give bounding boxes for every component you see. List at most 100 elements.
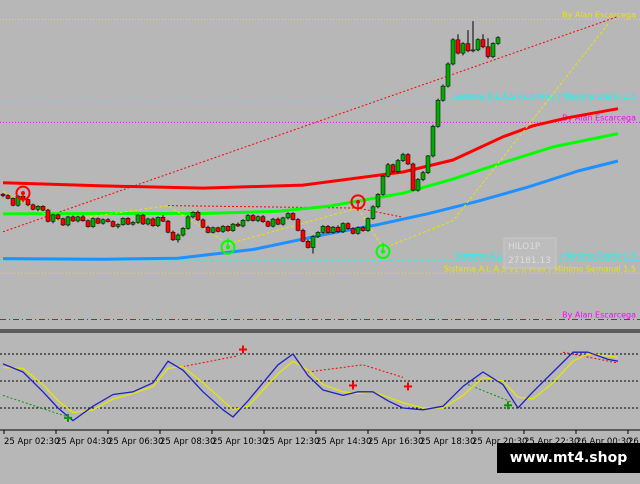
candle [400, 152, 406, 162]
candle-body [150, 218, 156, 227]
candle [160, 215, 166, 223]
candle-body [110, 221, 116, 227]
candle [50, 213, 56, 224]
candle-body [285, 213, 291, 219]
candle-body [35, 206, 41, 210]
candle-body [5, 195, 11, 199]
candle [90, 217, 96, 228]
candle [395, 158, 401, 174]
candle-body [445, 63, 451, 87]
candle-body [275, 218, 281, 225]
candle-body [220, 226, 226, 232]
candle [45, 208, 51, 223]
candle-body [475, 39, 481, 51]
candle-body [65, 216, 71, 226]
candle [155, 216, 161, 227]
candle-body [430, 126, 436, 157]
candle [55, 213, 61, 221]
candle-body [315, 232, 321, 237]
candle [435, 98, 441, 128]
candle-body [400, 154, 406, 161]
candle-body [135, 214, 141, 223]
time-tick-label: 25 Apr 04:30 [56, 437, 111, 447]
candle-body [225, 226, 231, 231]
candle-body [380, 176, 386, 195]
candle-body [200, 219, 206, 228]
candle [180, 227, 186, 237]
candle [70, 215, 76, 222]
candle-body [465, 43, 471, 52]
candle-body [305, 241, 311, 248]
candle [310, 235, 316, 254]
candle-body [435, 99, 441, 127]
candle-body [350, 228, 356, 234]
candle-body [80, 216, 86, 221]
candle [450, 38, 456, 66]
candle [75, 215, 81, 223]
candle-body [335, 226, 341, 233]
candle [465, 30, 471, 53]
candle [255, 215, 261, 223]
candle [125, 217, 131, 226]
candle [190, 211, 196, 219]
candle-body [140, 214, 146, 225]
candle [165, 219, 171, 234]
candle-body [290, 213, 296, 220]
time-tick-label: 25 Apr 08:30 [160, 437, 215, 447]
candle [420, 171, 426, 182]
candle [135, 213, 141, 224]
candle-body [230, 223, 236, 231]
candle [80, 215, 86, 222]
divergence-line [307, 364, 404, 378]
candle-body [390, 164, 396, 172]
candle-body [165, 220, 171, 233]
candle-body [240, 220, 246, 227]
buy-signal-marker [375, 242, 391, 260]
watermark-text: www.mt4.shop [509, 450, 628, 466]
divergence-line [2, 394, 69, 418]
candle [380, 175, 386, 196]
candle [250, 214, 256, 222]
red-dashed-trendline [2, 16, 619, 233]
candle-body [365, 218, 371, 231]
candle [430, 124, 436, 158]
chart-window: Sistema A.L.A.S v1.0 Prev / Maximo Diari… [0, 0, 640, 480]
time-tick-label: 25 Apr 14:30 [316, 437, 371, 447]
candle [480, 34, 486, 49]
candle-body [255, 216, 261, 221]
candle-body [105, 219, 111, 222]
candle-body [115, 224, 121, 227]
oscillator-sell-marker [239, 345, 247, 354]
candle [145, 217, 151, 226]
candle [230, 222, 236, 232]
price-pane: Sistema A.L.A.S v1.0 Prev / Maximo Diari… [0, 11, 640, 321]
candle-body [130, 222, 136, 225]
candle-body [280, 217, 286, 225]
candle-body [235, 223, 241, 227]
candle-body [385, 164, 391, 177]
candle-body [10, 198, 16, 206]
candle-body [55, 214, 61, 219]
candle [470, 21, 476, 53]
candle-body [120, 218, 126, 225]
candle-body [50, 214, 56, 222]
candle-body [325, 226, 331, 233]
candle [265, 220, 271, 228]
candle-body [485, 46, 491, 57]
candle-body [405, 154, 411, 165]
candle [85, 219, 91, 228]
time-tick-label: 25 Apr 02:30 [4, 437, 59, 447]
candle [350, 227, 356, 235]
candle-body [320, 226, 326, 233]
candle-body [295, 219, 301, 231]
candle-body [25, 199, 31, 206]
candle [35, 205, 41, 212]
candle-body [395, 160, 401, 172]
candle [220, 225, 226, 233]
candle-body [415, 179, 421, 191]
candle-body [70, 216, 76, 222]
candle-body [460, 43, 466, 54]
yellow-level-upper-label: By Alan Escarcega [562, 11, 636, 20]
candle-body [345, 223, 351, 229]
trading-chart: Sistema A.L.A.S v1.0 Prev / Maximo Diari… [0, 11, 640, 447]
